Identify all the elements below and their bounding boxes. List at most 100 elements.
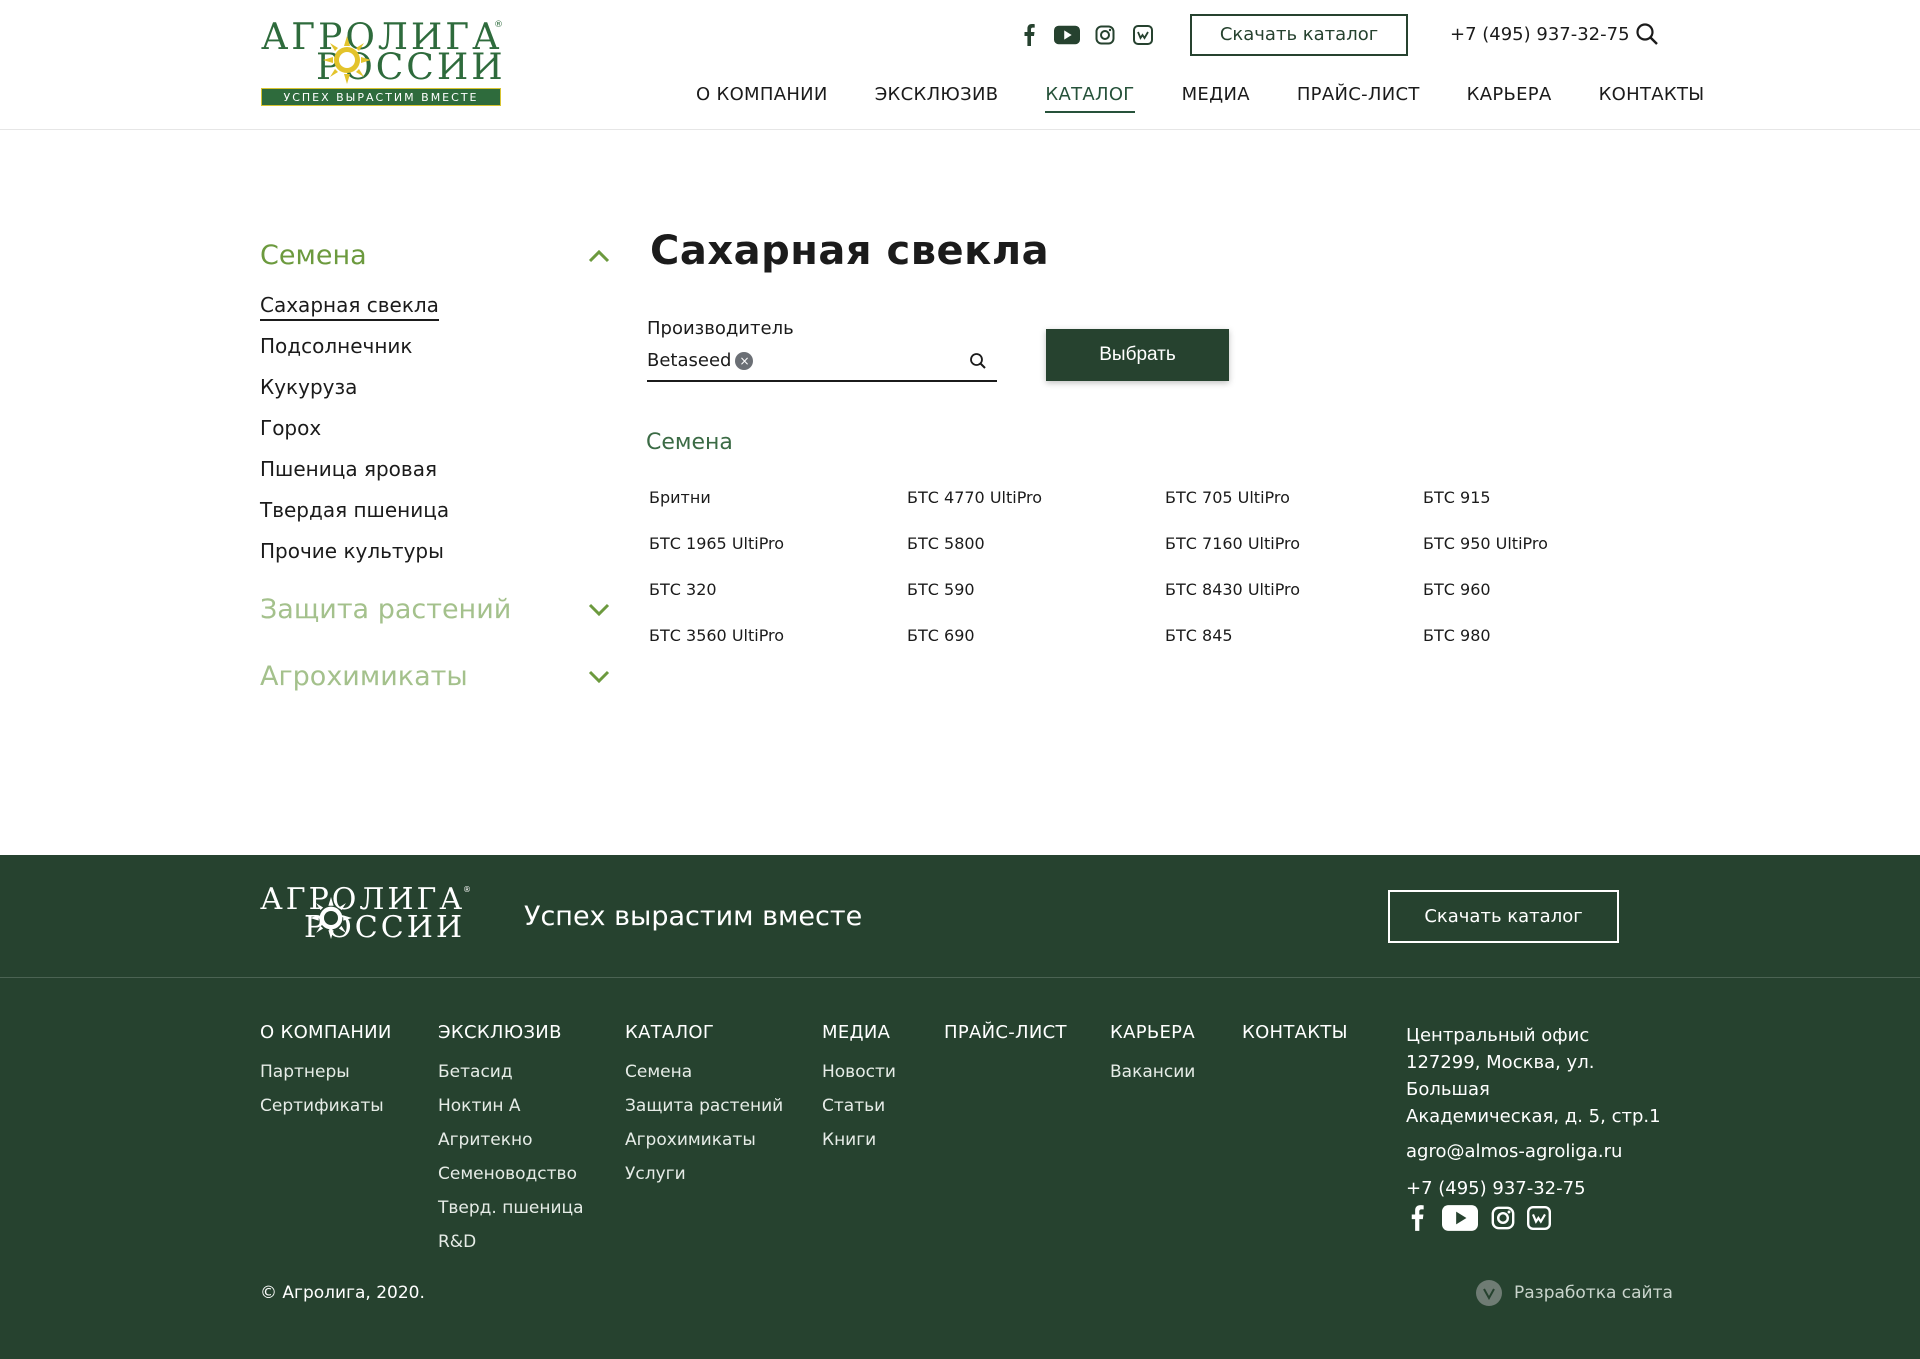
subcategory-durum-wheat[interactable]: Твердая пшеница — [260, 498, 610, 523]
search-icon[interactable] — [969, 352, 989, 372]
nav-contacts[interactable]: КОНТАКТЫ — [1599, 84, 1705, 113]
manufacturer-filter-input[interactable]: Betaseed × — [647, 346, 997, 382]
select-button[interactable]: Выбрать — [1046, 329, 1229, 381]
footer-col-title[interactable]: ПРАЙС-ЛИСТ — [944, 1022, 1067, 1043]
chevron-down-icon — [588, 603, 610, 616]
footer-link[interactable]: Агрохимикаты — [625, 1129, 783, 1151]
subcategory-corn[interactable]: Кукуруза — [260, 375, 610, 400]
download-catalog-button[interactable]: Скачать каталог — [1190, 14, 1408, 56]
subcategory-sunflower[interactable]: Подсолнечник — [260, 334, 610, 359]
subcategory-sugar-beet[interactable]: Сахарная свекла — [260, 293, 610, 321]
page-title: Сахарная свекла — [650, 228, 1050, 274]
footer-col-title[interactable]: КАРЬЕРА — [1110, 1022, 1195, 1043]
product-link[interactable]: БТС 3560 UltiPro — [649, 624, 907, 648]
facebook-icon[interactable] — [1404, 1205, 1430, 1231]
nav-career[interactable]: КАРЬЕРА — [1467, 84, 1552, 113]
logo-slogan: УСПЕХ ВЫРАСТИМ ВМЕСТЕ — [261, 88, 501, 106]
footer-link[interactable]: Ноктин А — [438, 1095, 584, 1117]
product-link[interactable]: БТС 845 — [1165, 624, 1423, 648]
remove-tag-icon[interactable]: × — [735, 351, 754, 370]
category-seeds[interactable]: Семена — [260, 240, 610, 271]
product-link[interactable]: БТС 960 — [1423, 578, 1681, 602]
footer-slogan: Успех вырастим вместе — [524, 901, 863, 932]
office-email[interactable]: agro@almos-agroliga.ru — [1406, 1138, 1676, 1165]
footer-col-title[interactable]: КАТАЛОГ — [625, 1022, 783, 1043]
product-link[interactable]: БТС 980 — [1423, 624, 1681, 648]
product-link[interactable]: БТС 4770 UltiPro — [907, 486, 1165, 510]
subcategory-other-crops[interactable]: Прочие культуры — [260, 539, 610, 564]
footer-link[interactable]: Бетасид — [438, 1061, 584, 1083]
registered-mark: ® — [494, 20, 503, 30]
category-label: Семена — [260, 240, 367, 271]
footer-col-exclusive: ЭКСКЛЮЗИВ Бетасид Ноктин А Агритекно Сем… — [438, 1022, 584, 1265]
copyright: © Агролига, 2020. — [260, 1283, 425, 1303]
footer-col-title[interactable]: О КОМПАНИИ — [260, 1022, 392, 1043]
footer-col-contacts: КОНТАКТЫ — [1242, 1022, 1348, 1061]
product-link[interactable]: БТС 320 — [649, 578, 907, 602]
selected-manufacturer-tag: Betaseed × — [647, 350, 754, 371]
product-link[interactable]: БТС 1965 UltiPro — [649, 532, 907, 556]
footer-top: АГРОЛИГА РОССИИ ® Успех вырастим вместе … — [0, 855, 1920, 978]
footer-link[interactable]: Семеноводство — [438, 1163, 584, 1185]
category-plant-protection[interactable]: Защита растений — [260, 594, 610, 625]
vk-icon[interactable] — [1526, 1205, 1552, 1231]
office-info: Центральный офис 127299, Москва, ул. Бол… — [1406, 1022, 1676, 1202]
category-agrochemicals[interactable]: Агрохимикаты — [260, 661, 610, 692]
search-icon[interactable] — [1635, 22, 1661, 48]
footer-link[interactable]: Тверд. пшеница — [438, 1197, 584, 1219]
product-link[interactable]: БТС 950 UltiPro — [1423, 532, 1681, 556]
office-phone[interactable]: +7 (495) 937-32-75 — [1406, 1175, 1676, 1202]
subcategory-spring-wheat[interactable]: Пшеница яровая — [260, 457, 610, 482]
footer-col-title[interactable]: КОНТАКТЫ — [1242, 1022, 1348, 1043]
product-link[interactable]: БТС 590 — [907, 578, 1165, 602]
download-catalog-button[interactable]: Скачать каталог — [1388, 890, 1619, 943]
product-link[interactable]: БТС 7160 UltiPro — [1165, 532, 1423, 556]
tag-label: Betaseed — [647, 350, 732, 371]
header-phone[interactable]: +7 (495) 937-32-75 — [1450, 24, 1630, 45]
product-link[interactable]: БТС 8430 UltiPro — [1165, 578, 1423, 602]
nav-about[interactable]: О КОМПАНИИ — [696, 84, 828, 113]
footer-col-career: КАРЬЕРА Вакансии — [1110, 1022, 1195, 1095]
nav-exclusive[interactable]: ЭКСКЛЮЗИВ — [875, 84, 999, 113]
site-header: АГРОЛИГА РОССИИ ® УСПЕХ ВЫРАСТИМ ВМЕСТЕ — [0, 0, 1920, 130]
product-grid: Бритни БТС 4770 UltiPro БТС 705 UltiPro … — [649, 486, 1681, 648]
vk-icon[interactable] — [1130, 22, 1156, 48]
subcategory-peas[interactable]: Горох — [260, 416, 610, 441]
instagram-icon[interactable] — [1092, 22, 1118, 48]
product-link[interactable]: БТС 690 — [907, 624, 1165, 648]
footer-link[interactable]: Защита растений — [625, 1095, 783, 1117]
product-link[interactable]: Бритни — [649, 486, 907, 510]
footer-link[interactable]: Агритекно — [438, 1129, 584, 1151]
footer-logo[interactable]: АГРОЛИГА РОССИИ ® — [260, 885, 471, 947]
main-nav: О КОМПАНИИ ЭКСКЛЮЗИВ КАТАЛОГ МЕДИА ПРАЙС… — [696, 84, 1704, 113]
logo[interactable]: АГРОЛИГА РОССИИ ® УСПЕХ ВЫРАСТИМ ВМЕСТЕ — [261, 20, 503, 108]
instagram-icon[interactable] — [1490, 1205, 1516, 1231]
nav-catalog[interactable]: КАТАЛОГ — [1045, 84, 1135, 113]
footer-col-title[interactable]: ЭКСКЛЮЗИВ — [438, 1022, 584, 1043]
footer-link[interactable]: Новости — [822, 1061, 896, 1083]
category-label: Защита растений — [260, 594, 512, 625]
footer-link[interactable]: Статьи — [822, 1095, 896, 1117]
nav-media[interactable]: МЕДИА — [1182, 84, 1250, 113]
chevron-down-icon — [588, 670, 610, 683]
footer-link[interactable]: R&D — [438, 1231, 584, 1253]
product-link[interactable]: БТС 705 UltiPro — [1165, 486, 1423, 510]
youtube-icon[interactable] — [1440, 1205, 1480, 1231]
footer-link[interactable]: Партнеры — [260, 1061, 392, 1083]
nav-price-list[interactable]: ПРАЙС-ЛИСТ — [1297, 84, 1420, 113]
developer-link[interactable]: Разработка сайта — [1476, 1280, 1673, 1306]
footer-link[interactable]: Услуги — [625, 1163, 783, 1185]
product-link[interactable]: БТС 5800 — [907, 532, 1165, 556]
sun-emblem-icon — [310, 897, 352, 939]
office-title: Центральный офис — [1406, 1025, 1590, 1046]
facebook-icon[interactable] — [1016, 22, 1042, 48]
footer-link[interactable]: Книги — [822, 1129, 896, 1151]
footer-link[interactable]: Сертификаты — [260, 1095, 392, 1117]
product-link[interactable]: БТС 915 — [1423, 486, 1681, 510]
footer-link[interactable]: Семена — [625, 1061, 783, 1083]
footer-col-catalog: КАТАЛОГ Семена Защита растений Агрохимик… — [625, 1022, 783, 1197]
youtube-icon[interactable] — [1054, 22, 1080, 48]
footer-link[interactable]: Вакансии — [1110, 1061, 1195, 1083]
footer-col-about: О КОМПАНИИ Партнеры Сертификаты — [260, 1022, 392, 1129]
footer-col-title[interactable]: МЕДИА — [822, 1022, 896, 1043]
